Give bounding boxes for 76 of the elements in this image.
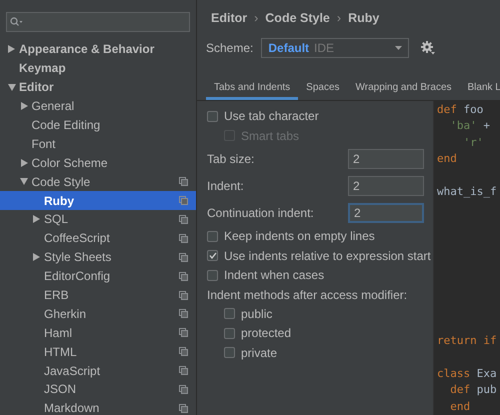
code-token: def [449,383,470,396]
tree-item[interactable]: Editor [0,78,196,97]
collapse-arrow-icon[interactable] [8,84,16,91]
input-field[interactable]: 2 [348,203,424,224]
checkbox[interactable] [207,230,218,242]
breadcrumb: Code Style [265,11,330,27]
code-token: end [437,152,457,166]
tab[interactable]: Tabs and Indents [206,78,298,100]
checkbox[interactable] [207,250,218,262]
tree-item[interactable]: Code Editing [0,116,196,134]
breadcrumb: Ruby [348,11,380,27]
tree-item[interactable]: Appearance & Behavior [0,40,196,59]
code-token: class [437,366,470,380]
code-token: Exa [476,366,497,380]
expand-arrow-icon[interactable] [33,253,40,262]
expand-arrow-icon[interactable] [20,102,28,110]
code-token: what_is_f [437,185,497,198]
search-icon [10,17,23,27]
checkbox-label: protected [241,326,292,340]
tab[interactable]: Spaces [298,78,348,100]
tree-item[interactable]: Font [0,134,196,154]
input-field[interactable]: 2 [348,176,424,196]
checkbox-label: Use tab character [224,109,319,124]
dropdown-caret-icon [395,46,402,50]
tree-item[interactable]: Keymap [0,58,196,78]
tree-item[interactable]: JavaScript [0,361,196,380]
checkbox[interactable] [224,328,235,339]
tree-item[interactable]: CoffeeScript [0,228,196,248]
code-token: def [437,102,457,116]
tree-item[interactable]: Markdown [0,398,196,415]
scheme-label: Scheme: [206,40,254,55]
checkbox[interactable] [207,110,218,122]
tab[interactable]: Wrapping and Braces [348,78,460,100]
code-token: 'r' [462,136,484,149]
tree-item[interactable]: HTML [0,342,196,362]
checkbox-label: Use indents relative to expression start [224,248,431,263]
tree-item[interactable]: Ruby [0,191,196,210]
checkbox-label: Indent when cases [224,268,324,282]
tree-item[interactable]: Haml [0,323,196,342]
code-token: 'ba' [449,119,477,132]
checkbox[interactable] [224,308,235,320]
tree-item[interactable]: JSON [0,380,196,399]
checkbox-label: public [241,306,272,321]
settings-icon[interactable] [421,40,436,55]
tree-item[interactable]: General [0,96,196,116]
tree-item[interactable]: ERB [0,286,196,304]
code-token: + [482,119,490,132]
breadcrumb-separator: › [254,11,258,27]
checkbox[interactable] [224,347,235,358]
code-token: pub [476,383,497,396]
expand-arrow-icon[interactable] [20,158,28,167]
code-token: return [437,334,477,347]
code-token: end [449,400,470,413]
tree-item[interactable]: Gherkin [0,304,196,324]
collapse-arrow-icon[interactable] [20,178,28,186]
search-field[interactable] [6,12,190,32]
code-token: foo [462,102,484,116]
tree-item[interactable]: SQL [0,210,196,229]
expand-arrow-icon[interactable] [33,215,40,224]
code-token: if [482,334,497,347]
checkbox-label: private [241,346,278,360]
tree-item[interactable]: EditorConfig [0,266,196,286]
breadcrumb-separator: › [336,11,342,27]
tree-item[interactable]: Color Scheme [0,153,196,172]
breadcrumb: Editor [211,11,248,27]
checkbox[interactable] [207,270,218,281]
section-label: Indent methods after access modifier: [207,286,408,304]
checkbox-label: Keep indents on empty lines [224,229,375,244]
field-label: Continuation indent: [207,206,314,220]
input-field[interactable]: 2 [348,149,424,170]
tree-item[interactable]: Style Sheets [0,248,196,267]
expand-arrow-icon[interactable] [8,45,15,54]
field-label: Tab size: [207,152,254,166]
field-label: Indent: [207,179,244,194]
tree-item[interactable]: Code Style [0,172,196,192]
scheme-dropdown[interactable]: Default IDE [261,38,410,58]
